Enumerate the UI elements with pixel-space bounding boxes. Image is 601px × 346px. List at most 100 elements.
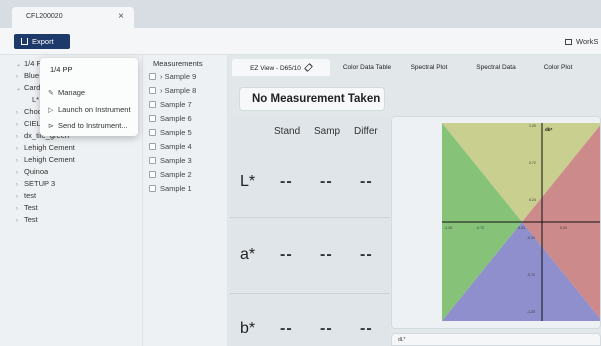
value-cell: -- [360,246,373,263]
tree-item-label: Lehigh Cement [24,143,75,152]
tab-color-data-table[interactable]: Color Data Table [336,59,398,76]
workspace-button[interactable]: WorkS [565,37,598,46]
tab-ez-view[interactable]: EZ View - D65/10 [232,59,330,76]
play-icon: ▷ [48,107,54,114]
export-button[interactable]: Export [14,34,70,49]
tree-item-label: test [24,191,37,200]
menu-item-launch[interactable]: ▷ Launch on Instrument [48,105,131,114]
color-difference-plot-panel: db* 1.20 0.72 0.24 -0.24 -0.72 -1.20 -1.… [391,116,601,329]
tab-spectral-plot[interactable]: Spectral Plot [403,59,455,76]
view-tabs: EZ View - D65/10 Color Data Table Spectr… [228,55,601,80]
sample-label: Sample 4 [160,142,192,151]
tab-label: Color Data Table [342,64,392,71]
pencil-icon: ✎ [48,90,54,97]
row-label: a* [240,246,256,263]
sample-label: Sample 1 [160,184,192,193]
tab-spectral-data[interactable]: Spectral Data [470,59,522,76]
value-cell: -- [320,320,333,337]
checkbox[interactable] [149,73,156,80]
close-icon[interactable]: × [118,11,124,22]
value-cell: -- [280,320,293,337]
checkbox[interactable] [149,115,156,122]
list-item[interactable]: Sample 1 [149,184,192,193]
chevron-right-icon[interactable]: › [160,72,163,81]
chevron-right-icon: › [16,206,18,212]
value-cell: -- [320,173,333,190]
context-menu: 1/4 PP ✎ Manage ▷ Launch on Instrument ⊳ Se… [40,58,138,136]
document-tab-bar: CFL200020 × [0,0,601,28]
checkbox[interactable] [149,185,156,192]
row-label: L* [240,173,256,190]
tree-item[interactable]: › Lehigh Cement [16,155,136,164]
list-item[interactable]: › Sample 9 [149,72,196,81]
chevron-right-icon: › [16,122,18,128]
sample-label: Sample 5 [160,128,192,137]
list-item[interactable]: Sample 4 [149,142,192,151]
tree-item-label: Test [24,215,38,224]
sample-label: Sample 7 [160,100,192,109]
toolbar: Export WorkS [0,28,601,55]
tree-item-label: L* [32,95,40,104]
sample-label: Sample 9 [164,72,197,81]
tab-label: EZ View - D65/10 [250,65,301,72]
list-item[interactable]: Sample 5 [149,128,192,137]
y-tick-label: -1.20 [527,310,535,314]
tab-label: Color Plot [543,64,573,71]
list-item[interactable]: › Sample 8 [149,86,196,95]
chevron-right-icon: › [16,218,18,224]
tree-item-label: Quinoa [24,167,49,176]
chevron-right-icon: › [16,74,18,80]
document-tab[interactable]: CFL200020 × [12,7,134,28]
list-item[interactable]: Sample 2 [149,170,192,179]
chevron-down-icon: ⌄ [16,62,22,68]
chevron-right-icon: › [16,146,18,152]
sample-label: Sample 8 [164,86,197,95]
column-header: Differ [354,126,378,137]
tree-item-label: SETUP 3 [24,179,56,188]
pencil-icon[interactable] [303,63,313,72]
menu-item-manage[interactable]: ✎ Manage [48,88,85,97]
list-item[interactable]: Sample 3 [149,156,192,165]
menu-item-label: Manage [58,88,86,97]
menu-item-send[interactable]: ⊳ Send to Instrument... [48,121,128,130]
x-tick-label: -1.20 [444,226,452,230]
list-item[interactable]: Sample 7 [149,100,192,109]
y-tick-label: 0.72 [529,161,536,165]
checkbox[interactable] [149,101,156,108]
checkbox[interactable] [149,157,156,164]
chevron-right-icon: › [16,134,18,140]
y-tick-label: -0.72 [527,273,535,277]
x-tick-label: -0.72 [476,226,484,230]
checkbox[interactable] [149,129,156,136]
tree-item-label: Test [24,203,38,212]
list-item[interactable]: Sample 6 [149,114,192,123]
checkbox[interactable] [149,143,156,150]
workspace-label: WorkS [576,37,599,46]
menu-item-label: Launch on Instrument [58,105,131,114]
checkbox[interactable] [149,87,156,94]
chevron-down-icon: ⌄ [16,86,22,92]
tree-item-label: Lehigh Cement [24,155,75,164]
sample-label: Sample 6 [160,114,192,123]
tree-item[interactable]: › Lehigh Cement [16,143,136,152]
lightness-plot-panel: dL* [391,333,601,346]
y-tick-label: 0.24 [529,198,536,202]
chevron-right-icon[interactable]: › [160,86,163,95]
window-icon [565,39,572,45]
export-icon [21,38,28,45]
tree-item[interactable]: › Test [16,215,136,224]
chevron-right-icon: › [16,194,18,200]
tree-item[interactable]: › test [16,191,136,200]
measurements-panel: Measurements › Sample 9 › Sample 8 Sampl… [143,55,228,346]
value-cell: -- [320,246,333,263]
tree-item[interactable]: › Test [16,203,136,212]
tree-item[interactable]: › Quinoa [16,167,136,176]
color-difference-plot[interactable]: db* 1.20 0.72 0.24 -0.24 -0.72 -1.20 -1.… [392,117,601,328]
column-header: Stand [274,126,301,137]
tree-item[interactable]: › SETUP 3 [16,179,136,188]
tab-color-plot[interactable]: Color Plot [533,59,583,76]
checkbox[interactable] [149,171,156,178]
measurement-status: No Measurement Taken [239,87,385,111]
y-tick-label: 1.20 [529,124,536,128]
measurements-title: Measurements [153,59,203,68]
